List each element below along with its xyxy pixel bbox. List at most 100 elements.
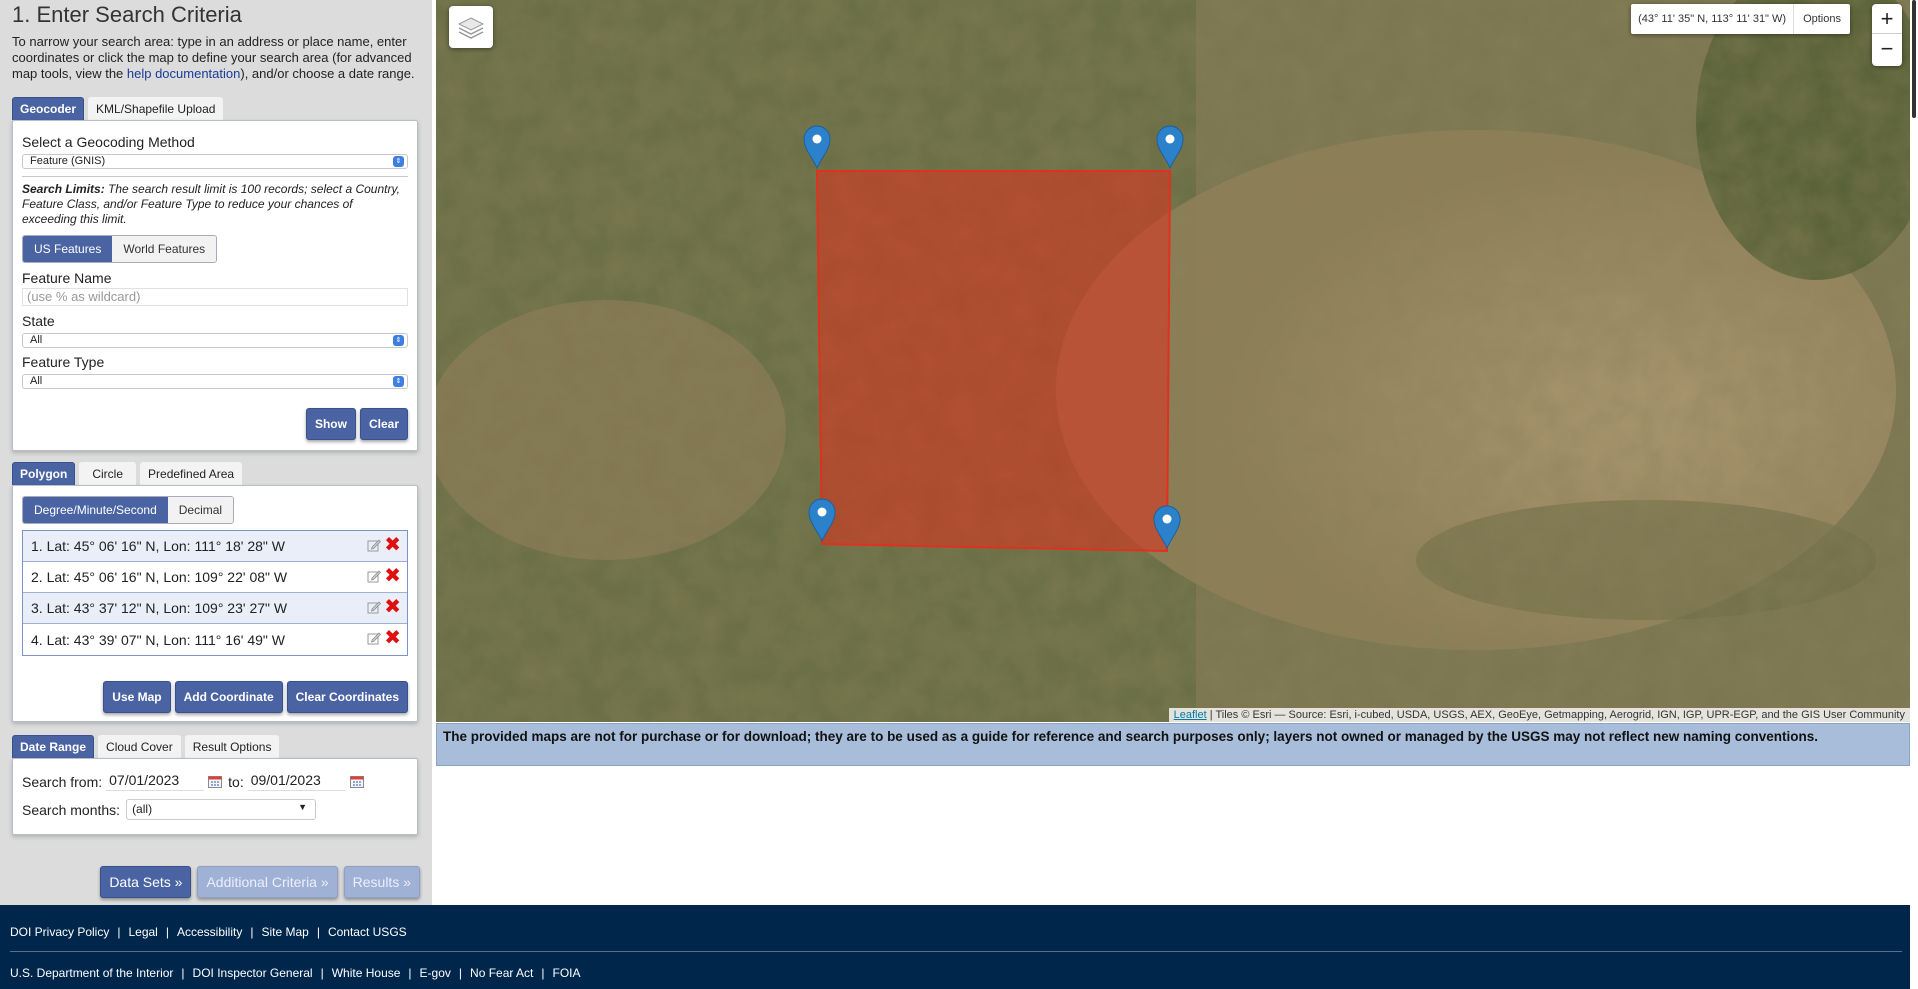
divider (22, 176, 408, 177)
coordinate-row[interactable]: 4. Lat: 43° 39' 07" N, Lon: 111° 16' 49"… (23, 624, 407, 655)
search-criteria-panel: 1. Enter Search Criteria To narrow your … (0, 0, 432, 905)
degree-minute-second-button[interactable]: Degree/Minute/Second (23, 497, 168, 523)
delete-icon[interactable]: ✖ (384, 566, 401, 586)
tab-result-options[interactable]: Result Options (184, 735, 280, 758)
search-polygon[interactable] (815, 170, 1172, 553)
search-months-select[interactable]: (all) ▼ (126, 799, 317, 820)
footer-link-legal[interactable]: Legal (128, 925, 157, 939)
coordinate-format-toggle: Degree/Minute/Second Decimal (22, 496, 235, 524)
calendar-icon[interactable] (349, 775, 364, 788)
calendar-icon[interactable] (208, 775, 223, 788)
footer-link-doi[interactable]: U.S. Department of the Interior (10, 966, 173, 980)
footer-link-accessibility[interactable]: Accessibility (177, 925, 242, 939)
footer-divider (10, 951, 1902, 952)
footer-link-site-map[interactable]: Site Map (261, 925, 308, 939)
search-from-input[interactable]: 07/01/2023 (106, 772, 205, 791)
footer-separator: | (250, 925, 254, 939)
clear-button[interactable]: Clear (359, 408, 408, 440)
decimal-button[interactable]: Decimal (167, 497, 234, 523)
select-arrows-icon: ⇕ (393, 156, 404, 167)
geocoder-actions: Show Clear (305, 408, 408, 440)
clear-coordinates-button[interactable]: Clear Coordinates (286, 681, 408, 713)
edit-icon[interactable] (367, 600, 382, 614)
tab-polygon[interactable]: Polygon (12, 462, 76, 485)
us-features-button[interactable]: US Features (23, 236, 113, 262)
zoom-out-button[interactable]: − (1872, 34, 1902, 64)
page-title: 1. Enter Search Criteria (12, 2, 242, 27)
data-sets-button[interactable]: Data Sets » (100, 866, 192, 898)
edit-icon[interactable] (367, 569, 382, 583)
tab-kml-shapefile-upload[interactable]: KML/Shapefile Upload (88, 97, 224, 120)
geocoding-method-value: Feature (GNIS) (30, 155, 106, 167)
coordinate-list: 1. Lat: 45° 06' 16" N, Lon: 111° 18' 28"… (22, 530, 408, 656)
footer-link-contact[interactable]: Contact USGS (328, 925, 407, 939)
map-options-button[interactable]: Options (1794, 4, 1850, 34)
intro-text: To narrow your search area: type in an a… (12, 34, 430, 82)
footer-separator: | (541, 966, 545, 980)
footer-links-row-2: U.S. Department of the Interior | DOI Ins… (10, 966, 581, 980)
intro-text-part: ), and/or choose a date range. (240, 66, 415, 81)
search-from-label: Search from: (22, 773, 103, 790)
coordinate-row[interactable]: 2. Lat: 45° 06' 16" N, Lon: 109° 22' 08"… (23, 562, 407, 593)
coordinate-tools: ✖ (367, 628, 401, 648)
polygon-box: Degree/Minute/Second Decimal 1. Lat: 45°… (12, 485, 418, 722)
footer-link-white-house[interactable]: White House (332, 966, 401, 980)
coordinate-row[interactable]: 3. Lat: 43° 37' 12" N, Lon: 109° 23' 27"… (23, 593, 407, 624)
geocoder-tabs: Geocoder KML/Shapefile Upload (12, 96, 430, 120)
search-months-row: Search months: (all) ▼ (22, 799, 408, 820)
footer-link-no-fear-act[interactable]: No Fear Act (470, 966, 533, 980)
use-map-button[interactable]: Use Map (103, 681, 171, 713)
search-to-label: to: (228, 773, 244, 790)
search-months-label: Search months: (22, 801, 121, 818)
delete-icon[interactable]: ✖ (384, 597, 401, 617)
coordinate-row[interactable]: 1. Lat: 45° 06' 16" N, Lon: 111° 18' 28"… (23, 531, 407, 562)
results-button[interactable]: Results » (343, 866, 420, 898)
scrollbar-thumb[interactable] (1912, 0, 1916, 118)
date-range-row: Search from: 07/01/2023 to: 09/01/2023 (22, 772, 408, 791)
date-range-box: Search from: 07/01/2023 to: 09/01/2023 S… (12, 758, 418, 835)
delete-icon[interactable]: ✖ (384, 535, 401, 555)
add-coordinate-button[interactable]: Add Coordinate (174, 681, 283, 713)
footer-link-foia[interactable]: FOIA (553, 966, 581, 980)
coordinate-text: 4. Lat: 43° 39' 07" N, Lon: 111° 16' 49"… (31, 631, 286, 648)
tab-date-range[interactable]: Date Range (12, 735, 95, 758)
feature-type-select[interactable]: All ⇕ (22, 374, 408, 389)
search-months-value: (all) (132, 802, 153, 816)
leaflet-link[interactable]: Leaflet (1174, 709, 1207, 721)
show-button[interactable]: Show (305, 408, 356, 440)
page-scrollbar[interactable] (1910, 0, 1918, 845)
footer-link-privacy[interactable]: DOI Privacy Policy (10, 925, 109, 939)
feature-name-label: Feature Name (22, 270, 112, 286)
area-tabs: Polygon Circle Predefined Area (12, 461, 430, 485)
footer-link-egov[interactable]: E-gov (420, 966, 451, 980)
coordinate-tools: ✖ (367, 597, 401, 617)
feature-name-input[interactable]: (use % as wildcard) (22, 288, 408, 306)
search-to-input[interactable]: 09/01/2023 (247, 772, 346, 791)
search-limits-title: Search Limits: (22, 182, 105, 196)
layers-icon (457, 17, 485, 39)
tab-geocoder[interactable]: Geocoder (12, 97, 85, 120)
tab-cloud-cover[interactable]: Cloud Cover (98, 735, 181, 758)
coordinate-text: 1. Lat: 45° 06' 16" N, Lon: 111° 18' 28"… (31, 538, 286, 554)
polygon-actions: Use Map Add Coordinate Clear Coordinates (103, 681, 408, 713)
layers-control[interactable] (449, 6, 493, 48)
footer-link-inspector-general[interactable]: DOI Inspector General (193, 966, 313, 980)
geocoding-method-label: Select a Geocoding Method (22, 134, 195, 150)
zoom-in-button[interactable]: + (1872, 4, 1902, 34)
tab-circle[interactable]: Circle (79, 462, 137, 485)
coordinate-tools: ✖ (367, 566, 401, 586)
search-limits-note: Search Limits: The search result limit i… (22, 182, 408, 227)
help-documentation-link[interactable]: help documentation (127, 66, 240, 81)
tab-predefined-area[interactable]: Predefined Area (140, 462, 243, 485)
edit-icon[interactable] (367, 631, 382, 645)
additional-criteria-button[interactable]: Additional Criteria » (197, 866, 338, 898)
map-view[interactable]: (43° 11' 35" N, 113° 11' 31" W) Options … (436, 0, 1910, 722)
satellite-basemap (436, 0, 1910, 722)
state-select[interactable]: All ⇕ (22, 333, 408, 348)
delete-icon[interactable]: ✖ (384, 628, 401, 648)
geocoding-method-select[interactable]: Feature (GNIS) ⇕ (22, 154, 408, 169)
edit-icon[interactable] (367, 538, 382, 552)
world-features-button[interactable]: World Features (112, 236, 217, 262)
coordinate-tools: ✖ (367, 535, 401, 555)
select-arrows-icon: ⇕ (393, 376, 404, 387)
